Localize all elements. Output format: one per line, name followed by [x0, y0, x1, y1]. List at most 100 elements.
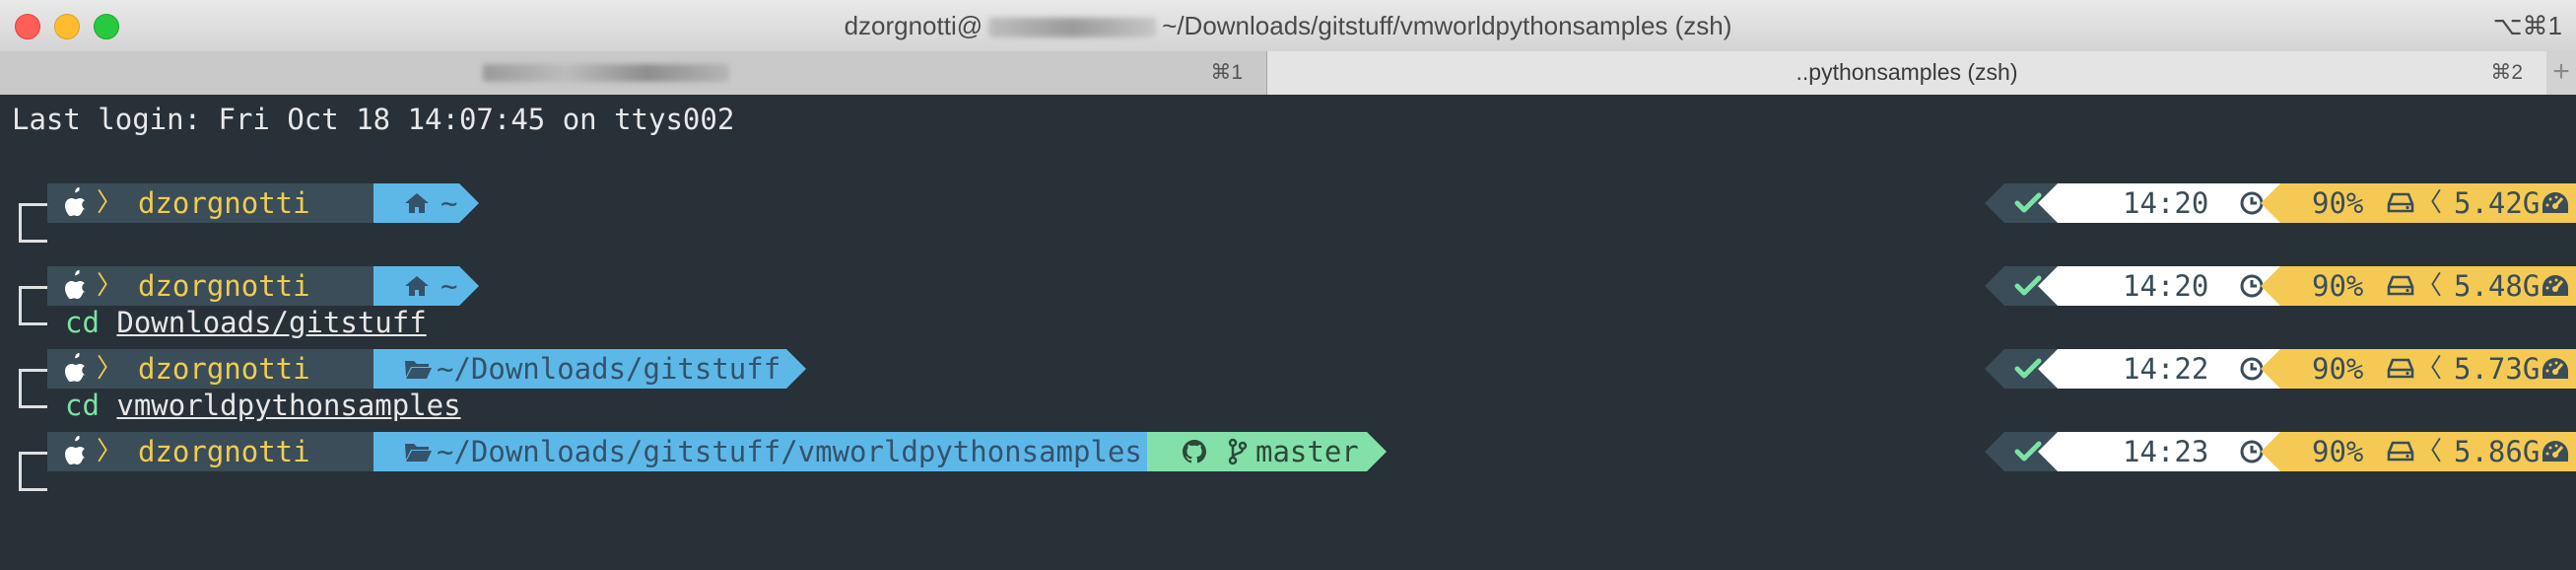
new-tab-button[interactable]: + [2546, 51, 2576, 95]
time-segment: 14:23 [2058, 432, 2280, 471]
segment-arrow-left [2038, 349, 2058, 389]
tab-2-shortcut: ⌘2 [2490, 61, 2523, 84]
title-bar[interactable]: dzorgnotti@ ~/Downloads/gitstuff/vmworldp… [0, 0, 2576, 52]
segment-separator: 〉 [97, 437, 123, 466]
disk-usage: 90% [2312, 269, 2364, 303]
terminal-content[interactable]: Last login: Fri Oct 18 14:07:45 on ttys0… [0, 95, 2576, 570]
time-segment: 14:22 [2058, 349, 2280, 389]
disk-usage: 90% [2312, 435, 2364, 468]
prompt-user: dzorgnotti [138, 186, 310, 220]
disk-icon [2387, 191, 2414, 215]
prompt-user: dzorgnotti [138, 269, 310, 303]
window-title-user: dzorgnotti@ [844, 11, 983, 40]
user-segment: dzorgnotti [138, 183, 373, 223]
window-title: dzorgnotti@ ~/Downloads/gitstuff/vmworldp… [0, 11, 2576, 41]
prompt-line: 〉 dzorgnotti ~14:20 90% 〈 5.48G [0, 266, 2576, 306]
last-login-line: Last login: Fri Oct 18 14:07:45 on ttys0… [12, 103, 735, 136]
branch-icon [1228, 438, 1248, 465]
os-segment: 〉 [47, 349, 138, 389]
prompt-bracket [19, 369, 47, 408]
command-line: cd vmworldpythonsamples [65, 389, 461, 422]
segment-separator: 〈 [2416, 354, 2443, 384]
prompt-path: ~ [441, 186, 458, 220]
segment-arrow-left [1985, 183, 2004, 223]
folder-icon [403, 357, 433, 381]
user-segment: dzorgnotti [138, 349, 373, 389]
disk-usage: 90% [2312, 352, 2364, 386]
user-segment: dzorgnotti [138, 432, 373, 471]
segment-separator: 〈 [2416, 437, 2443, 466]
prompt-user: dzorgnotti [138, 352, 310, 386]
disk-icon [2387, 274, 2414, 298]
window-title-path: ~/Downloads/gitstuff/vmworldpythonsample… [1162, 11, 1732, 40]
disk-icon [2387, 357, 2414, 381]
segment-separator: 〉 [97, 354, 123, 384]
tab-1[interactable]: ⌘1 [0, 51, 1267, 95]
gauge-icon [2541, 439, 2570, 464]
command-argument: vmworldpythonsamples [116, 389, 461, 422]
gauge-icon [2541, 273, 2570, 299]
prompt-bracket [19, 452, 47, 491]
os-segment: 〉 [47, 432, 138, 471]
tab-1-shortcut: ⌘1 [1210, 61, 1243, 84]
prompt-user: dzorgnotti [138, 435, 310, 468]
prompt-bracket [19, 203, 47, 243]
disk-icon [2387, 440, 2414, 463]
prompt-time: 14:20 [2123, 269, 2209, 303]
segment-arrow [1367, 432, 1387, 471]
ram-usage: 5.86G [2454, 435, 2541, 468]
time-segment: 14:20 [2058, 266, 2280, 306]
ram-usage: 5.42G [2454, 186, 2541, 220]
segment-arrow-left [1985, 432, 2004, 471]
home-icon [403, 191, 431, 215]
command-argument: Downloads/gitstuff [116, 306, 427, 339]
segment-separator: 〉 [97, 188, 123, 218]
git-segment: master [1147, 432, 1367, 471]
segment-arrow-left [2038, 183, 2058, 223]
github-icon [1181, 438, 1208, 465]
user-segment: dzorgnotti [138, 266, 373, 306]
segment-separator: 〉 [97, 271, 123, 301]
apple-icon [62, 187, 88, 217]
redacted-tab-title [483, 64, 729, 82]
path-segment: ~/Downloads/gitstuff/vmworldpythonsample… [373, 432, 1147, 471]
prompt-time: 14:23 [2123, 435, 2209, 468]
apple-icon [62, 270, 88, 300]
segment-separator: 〈 [2416, 271, 2443, 301]
time-segment: 14:20 [2058, 183, 2280, 223]
segment-separator: 〈 [2416, 188, 2443, 218]
redacted-hostname [988, 18, 1157, 38]
path-segment: ~ [373, 266, 459, 306]
prompt-path: ~/Downloads/gitstuff [437, 352, 781, 386]
home-icon [403, 274, 431, 298]
prompt-time: 14:20 [2123, 186, 2209, 220]
tab-2[interactable]: ..pythonsamples (zsh) ⌘2 [1267, 51, 2546, 95]
prompt-time: 14:22 [2123, 352, 2209, 386]
segment-arrow-left [1985, 349, 2004, 389]
segment-arrow-left [1985, 266, 2004, 306]
segment-arrow-left [2038, 266, 2058, 306]
tab-bar: ⌘1 ..pythonsamples (zsh) ⌘2 + [0, 51, 2576, 96]
terminal-window: dzorgnotti@ ~/Downloads/gitstuff/vmworldp… [0, 0, 2576, 570]
tab-2-label: ..pythonsamples (zsh) [1796, 59, 2018, 85]
ram-usage: 5.73G [2454, 352, 2541, 386]
system-stats-segment: 90% 〈 5.73G [2280, 349, 2576, 389]
prompt-line: 〉 dzorgnotti ~14:20 90% 〈 5.42G [0, 183, 2576, 223]
segment-arrow-left [2261, 183, 2280, 223]
segment-arrow-left [2261, 432, 2280, 471]
segment-arrow [459, 183, 479, 223]
prompt-line: 〉 dzorgnotti ~/Downloads/gitstuff 14:22 90% 〈… [0, 349, 2576, 389]
segment-arrow-left [2038, 432, 2058, 471]
system-stats-segment: 90% 〈 5.48G [2280, 266, 2576, 306]
path-segment: ~ [373, 183, 459, 223]
folder-icon [403, 440, 433, 463]
git-branch-name: master [1255, 435, 1359, 468]
ram-usage: 5.48G [2454, 269, 2541, 303]
command-line: cd Downloads/gitstuff [65, 306, 427, 339]
disk-usage: 90% [2312, 186, 2364, 220]
apple-icon [62, 436, 88, 465]
os-segment: 〉 [47, 183, 138, 223]
apple-icon [62, 353, 88, 383]
gauge-icon [2541, 190, 2570, 216]
prompt-path: ~/Downloads/gitstuff/vmworldpythonsample… [437, 435, 1142, 468]
